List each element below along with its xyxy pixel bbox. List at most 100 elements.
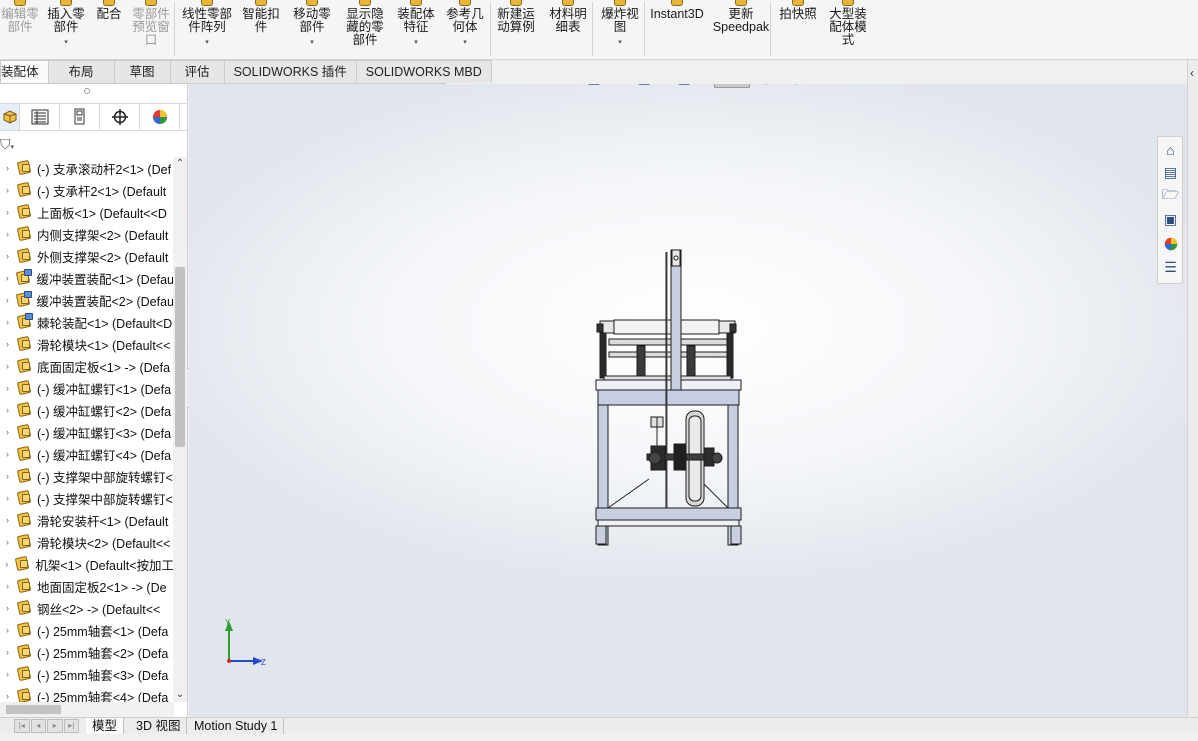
dimxpert-manager-tab[interactable]	[100, 104, 140, 130]
expand-arrow-icon[interactable]: ›	[0, 383, 15, 393]
property-manager-tab[interactable]	[20, 104, 60, 130]
prev-tab-icon[interactable]: ◂	[30, 719, 46, 733]
tree-item[interactable]: › 缓冲装置装配<1> (Defau	[0, 267, 174, 289]
expand-arrow-icon[interactable]: ›	[0, 647, 15, 657]
tree-item[interactable]: › 滑轮模块<1> (Default<<	[0, 333, 174, 355]
expand-arrow-icon[interactable]: ›	[0, 339, 15, 349]
filter-icon[interactable]: ⛉▾	[0, 136, 14, 153]
expand-arrow-icon[interactable]: ‹	[1190, 66, 1194, 80]
tree-horizontal-scrollbar[interactable]	[0, 702, 174, 717]
custom-properties-icon[interactable]: ☰	[1160, 257, 1181, 278]
tree-item[interactable]: › 缓冲装置装配<2> (Defau	[0, 289, 174, 311]
tree-item[interactable]: › (-) 支承杆2<1> (Default	[0, 179, 174, 201]
ribbon-button-13[interactable]: Instant3D	[648, 0, 706, 58]
tree-item[interactable]: › (-) 25mm轴套<1> (Defa	[0, 619, 174, 641]
ribbon-button-16[interactable]: 大型装 配体模 式	[824, 0, 872, 58]
hscroll-thumb[interactable]	[6, 705, 61, 714]
ribbon-button-0[interactable]: 编辑零 部件	[0, 0, 40, 58]
ribbon-button-3[interactable]: 零部件 预览窗 口	[128, 0, 174, 58]
tree-item[interactable]: › (-) 支承滚动杆2<1> (Def	[0, 157, 174, 179]
tree-item[interactable]: › (-) 支撑架中部旋转螺钉<	[0, 465, 174, 487]
tree-item[interactable]: › (-) 25mm轴套<2> (Defa	[0, 641, 174, 663]
tree-item[interactable]: › (-) 缓冲缸螺钉<3> (Defa	[0, 421, 174, 443]
expand-arrow-icon[interactable]: ›	[0, 185, 15, 195]
ribbon-button-8[interactable]: 装配体 特征 ▾	[392, 0, 440, 58]
file-explorer-icon[interactable]: 🗁	[1160, 185, 1181, 206]
expand-arrow-icon[interactable]: ›	[0, 449, 15, 459]
bottom-tab[interactable]: 3D 视图	[130, 718, 188, 735]
command-tab[interactable]: 草图	[113, 60, 171, 83]
last-tab-icon[interactable]: ▸|	[63, 719, 79, 733]
expand-arrow-icon[interactable]: ›	[0, 471, 15, 481]
scroll-thumb[interactable]	[175, 267, 185, 447]
expand-arrow-icon[interactable]: ›	[0, 405, 15, 415]
appearances-icon[interactable]	[1160, 233, 1181, 254]
expand-arrow-icon[interactable]: ›	[0, 427, 15, 437]
command-tab[interactable]: SOLIDWORKS 插件	[223, 60, 357, 83]
dropdown-arrow-icon[interactable]: ▾	[618, 36, 622, 49]
expand-arrow-icon[interactable]: ›	[0, 273, 14, 283]
scroll-up-icon[interactable]: ⌃	[173, 157, 187, 171]
expand-arrow-icon[interactable]: ›	[0, 207, 15, 217]
tree-item[interactable]: › 底面固定板<1> -> (Defa	[0, 355, 174, 377]
ribbon-button-9[interactable]: 参考几 何体 ▾	[442, 0, 488, 58]
tree-vertical-scrollbar[interactable]: ⌃ ⌄	[173, 157, 187, 702]
expand-arrow-icon[interactable]: ›	[0, 493, 15, 503]
vertical-column[interactable]	[670, 249, 682, 391]
tree-item[interactable]: › (-) 缓冲缸螺钉<4> (Defa	[0, 443, 174, 465]
panel-grip-icon[interactable]	[84, 88, 90, 94]
feature-manager-tab[interactable]	[0, 104, 20, 130]
dropdown-arrow-icon[interactable]: ▾	[310, 36, 314, 49]
tree-item[interactable]: › 棘轮装配<1> (Default<D	[0, 311, 174, 333]
view-palette-icon[interactable]: ▣	[1160, 209, 1181, 230]
expand-arrow-icon[interactable]: ›	[0, 515, 15, 525]
ribbon-button-7[interactable]: 显示隐 藏的零 部件	[340, 0, 390, 58]
expand-arrow-icon[interactable]: ›	[0, 251, 15, 261]
bottom-tab[interactable]: 模型	[86, 718, 125, 735]
command-tab[interactable]: 评估	[169, 60, 225, 83]
ribbon-button-6[interactable]: 移动零 部件 ▾	[288, 0, 336, 58]
upper-plate[interactable]	[595, 379, 742, 391]
tree-item[interactable]: › 机架<1> (Default<按加工	[0, 553, 174, 575]
graphics-area[interactable]: ⌕ ⌕ ⤿ ▦ ✎ ▣▾ ◧▾ 👁▾ ▾ 🖵▾ ◫ ◨ – ❐ ✕	[189, 84, 1187, 717]
expand-arrow-icon[interactable]: ›	[0, 361, 15, 371]
expand-arrow-icon[interactable]: ›	[0, 163, 15, 173]
ribbon-button-12[interactable]: 爆炸视 图 ▾	[596, 0, 644, 58]
tree-item[interactable]: › 滑轮安装杆<1> (Default	[0, 509, 174, 531]
tree-item[interactable]: › (-) 缓冲缸螺钉<2> (Defa	[0, 399, 174, 421]
dropdown-arrow-icon[interactable]: ▾	[205, 36, 209, 49]
tree-item[interactable]: › 钢丝<2> -> (Default<<	[0, 597, 174, 619]
expand-arrow-icon[interactable]: ›	[0, 691, 15, 701]
expand-arrow-icon[interactable]: ›	[0, 537, 15, 547]
expand-arrow-icon[interactable]: ›	[0, 295, 14, 305]
expand-arrow-icon[interactable]: ›	[0, 317, 15, 327]
tree-item[interactable]: › (-) 25mm轴套<3> (Defa	[0, 663, 174, 685]
expand-arrow-icon[interactable]: ›	[0, 581, 15, 591]
ribbon-button-2[interactable]: 配合	[92, 0, 126, 58]
tree-item[interactable]: › 滑轮模块<2> (Default<<	[0, 531, 174, 553]
expand-arrow-icon[interactable]: ›	[0, 603, 15, 613]
tree-item[interactable]: › (-) 缓冲缸螺钉<1> (Defa	[0, 377, 174, 399]
ribbon-button-11[interactable]: 材料明 细表	[544, 0, 592, 58]
tree-item[interactable]: › 上面板<1> (Default<<D	[0, 201, 174, 223]
configuration-manager-tab[interactable]	[60, 104, 100, 130]
dropdown-arrow-icon[interactable]: ▾	[463, 36, 467, 49]
dropdown-arrow-icon[interactable]: ▾	[414, 36, 418, 49]
ribbon-button-5[interactable]: 智能扣 件	[238, 0, 284, 58]
tree-item[interactable]: › 外侧支撑架<2> (Default	[0, 245, 174, 267]
expand-arrow-icon[interactable]: ›	[0, 625, 15, 635]
command-tab[interactable]: 装配体	[0, 60, 49, 83]
display-manager-tab[interactable]	[140, 104, 180, 130]
tree-item[interactable]: › 地面固定板2<1> -> (De	[0, 575, 174, 597]
tree-item[interactable]: › 内侧支撑架<2> (Default	[0, 223, 174, 245]
tree-item[interactable]: › (-) 25mm轴套<4> (Defa	[0, 685, 174, 702]
command-tab[interactable]: SOLIDWORKS MBD	[355, 60, 492, 83]
ribbon-button-4[interactable]: 线性零部 件阵列 ▾	[178, 0, 236, 58]
dropdown-arrow-icon[interactable]: ▾	[64, 36, 68, 49]
home-icon[interactable]: ⌂	[1160, 139, 1181, 160]
assembly-model[interactable]	[189, 84, 1187, 717]
tree-item[interactable]: › (-) 支撑架中部旋转螺钉<	[0, 487, 174, 509]
expand-arrow-icon[interactable]: ›	[0, 669, 15, 679]
first-tab-icon[interactable]: |◂	[14, 719, 30, 733]
expand-arrow-icon[interactable]: ›	[0, 229, 15, 239]
